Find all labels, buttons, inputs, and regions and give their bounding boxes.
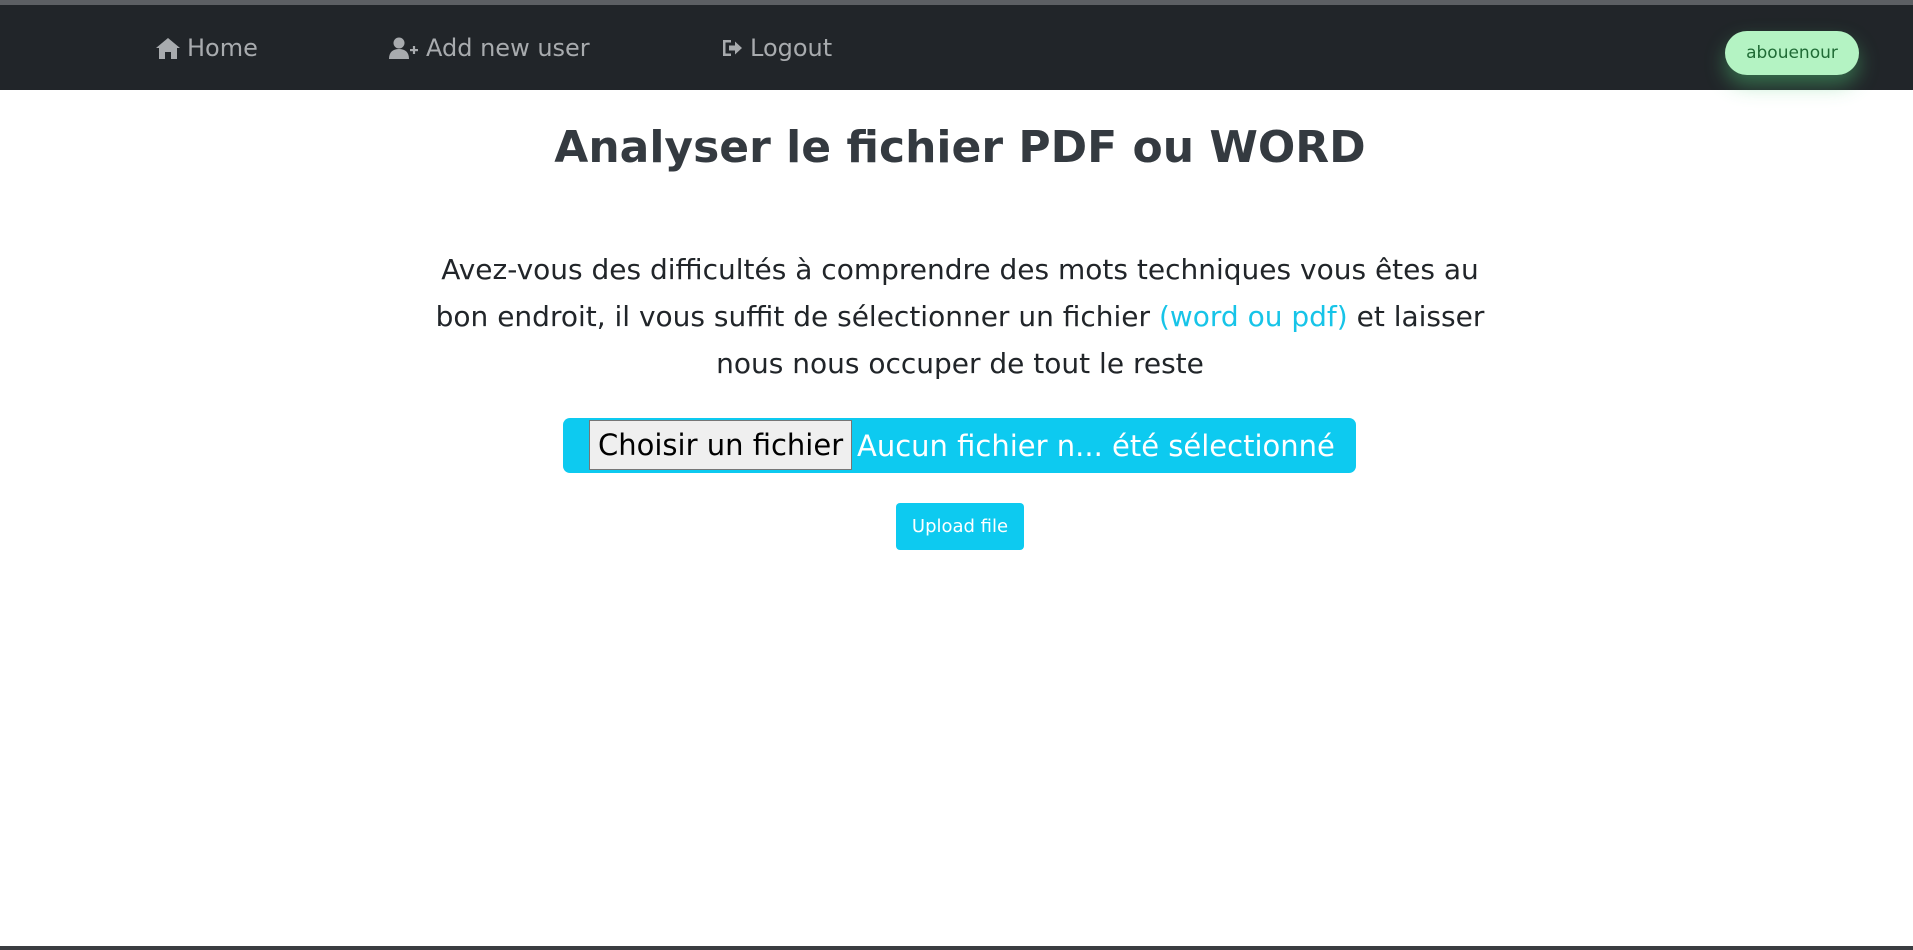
- page-description: Avez-vous des difficultés à comprendre d…: [430, 246, 1490, 387]
- nav-add-user-label: Add new user: [426, 33, 590, 62]
- nav-home-label: Home: [187, 33, 258, 62]
- window-bottom-strip: [0, 946, 1913, 950]
- choose-file-button[interactable]: Choisir un fichier: [589, 420, 853, 470]
- file-status-text: Aucun fichier n... été sélectionné: [857, 428, 1335, 463]
- user-plus-icon: [388, 36, 420, 60]
- nav-logout-link[interactable]: Logout: [720, 5, 832, 90]
- nav-home-link[interactable]: Home: [155, 5, 258, 90]
- logout-icon: [720, 36, 744, 60]
- file-input[interactable]: Choisir un fichier Aucun fichier n... ét…: [563, 418, 1356, 473]
- nav-logout-label: Logout: [750, 33, 833, 62]
- top-navbar: Home Add new user Logout abouenour: [0, 5, 1913, 90]
- page-title: Analyser le fichier PDF ou WORD: [554, 122, 1366, 173]
- user-menu-button[interactable]: abouenour: [1725, 31, 1859, 75]
- upload-file-button[interactable]: Upload file: [896, 503, 1024, 550]
- home-icon: [155, 36, 181, 60]
- nav-add-user-link[interactable]: Add new user: [388, 5, 590, 90]
- description-highlight: (word ou pdf): [1158, 300, 1348, 333]
